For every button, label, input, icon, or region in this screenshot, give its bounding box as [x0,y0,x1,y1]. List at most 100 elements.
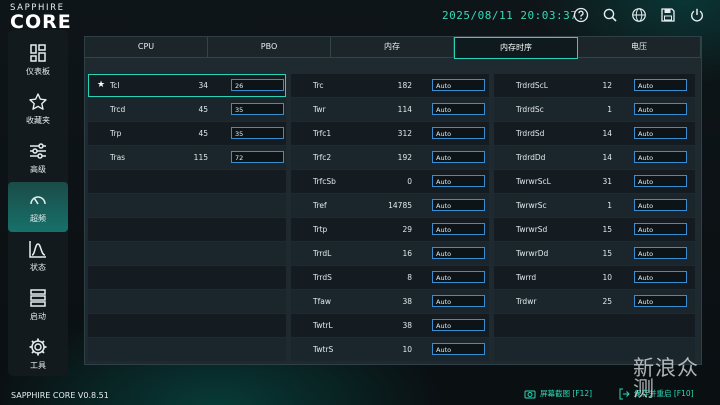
timing-row[interactable]: Trcd 45 35 [88,98,286,121]
timing-input-field[interactable]: Auto [634,199,687,211]
timing-row[interactable]: Trfc2 192 Auto [291,146,489,169]
timing-input-field[interactable]: Auto [432,271,485,283]
version-label: SAPPHIRE CORE V0.8.51 [11,391,109,400]
timing-row[interactable]: TwtrS 10 Auto [291,338,489,361]
timing-row[interactable]: Trc 182 Auto [291,74,489,97]
timing-input-field[interactable]: Auto [432,247,485,259]
timing-input-field[interactable]: Auto [432,319,485,331]
screenshot-button[interactable]: 屏幕截图 [F12] [524,388,592,400]
timing-input-field[interactable]: 35 [231,103,284,115]
timing-current-value: 8 [407,273,412,282]
timing-input-field[interactable]: Auto [432,151,485,163]
boot-icon [30,289,46,307]
favorite-star-icon[interactable]: ★ [97,74,105,97]
tab-cpu[interactable]: CPU [85,37,208,58]
timing-row[interactable]: TrdrdDd 14 Auto [494,146,695,169]
timing-input-field[interactable]: Auto [634,79,687,91]
timing-row[interactable]: TwrwrScL 31 Auto [494,170,695,193]
empty-row [88,170,286,193]
language-globe-icon[interactable] [631,7,647,23]
timing-label: TwrwrSd [516,225,548,234]
timing-label: TwtrL [313,321,333,330]
sidebar-item-label: 高级 [30,165,46,174]
timing-label: Tcl [110,81,120,90]
timing-input-field[interactable]: Auto [634,247,687,259]
timing-current-value: 0 [407,177,412,186]
empty-row [88,314,286,337]
tab-memory[interactable]: 内存 [331,37,454,58]
timing-label: TrfcSb [313,177,336,186]
sidebar-item-status[interactable]: 状态 [8,231,68,281]
timing-input-field[interactable]: Auto [634,127,687,139]
timing-row[interactable]: TwrwrDd 15 Auto [494,242,695,265]
timing-input-field[interactable]: Auto [432,103,485,115]
empty-row [88,338,286,361]
timing-row[interactable]: TrrdS 8 Auto [291,266,489,289]
timing-label: Trp [110,129,122,138]
timing-current-value: 1 [607,105,612,114]
timing-input-field[interactable]: Auto [634,103,687,115]
timing-input-field[interactable]: Auto [432,223,485,235]
timing-input-field[interactable]: Auto [432,295,485,307]
sidebar-item-dashboard[interactable]: 仪表板 [8,35,68,85]
star-icon [29,93,47,110]
tab-memory-timing[interactable]: 内存时序 [454,37,578,59]
timing-current-value: 25 [602,297,612,306]
timing-input-field[interactable]: Auto [432,199,485,211]
timing-row[interactable]: TrdrdSd 14 Auto [494,122,695,145]
timing-label: TrdrdSd [516,129,545,138]
timing-label: Trcd [110,105,126,114]
timing-row[interactable]: Twrrd 10 Auto [494,266,695,289]
timing-current-value: 34 [198,81,208,90]
timing-row[interactable]: Trp 45 35 [88,122,286,145]
sidebar: 仪表板 收藏夹 高级 超频 状态 启动 工具 [8,30,68,376]
timing-input-field[interactable]: Auto [634,151,687,163]
save-icon[interactable] [660,7,676,23]
sidebar-item-tools[interactable]: 工具 [8,329,68,379]
timing-input-field[interactable]: Auto [432,175,485,187]
timing-current-value: 192 [397,153,412,162]
timing-current-value: 31 [602,177,612,186]
sidebar-item-boot[interactable]: 启动 [8,280,68,330]
search-icon[interactable] [602,7,618,23]
timing-row[interactable]: ★ Tcl 34 26 [88,74,286,97]
timing-row[interactable]: Twr 114 Auto [291,98,489,121]
timing-label: Trc [313,81,324,90]
timing-row[interactable]: Trfc1 312 Auto [291,122,489,145]
tab-voltage[interactable]: 电压 [578,37,701,58]
timing-label: Trfc1 [313,129,332,138]
timing-row[interactable]: TwtrL 38 Auto [291,314,489,337]
timing-input-field[interactable]: 72 [231,151,284,163]
timing-row[interactable]: TwrwrSd 15 Auto [494,218,695,241]
timing-input-field[interactable]: Auto [634,175,687,187]
timing-input-field[interactable]: Auto [432,343,485,355]
tab-bar: CPU PBO 内存 内存时序 电压 [85,37,701,59]
timing-input-field[interactable]: Auto [432,127,485,139]
datetime-display: 2025/08/11 20:03:37 [442,9,578,22]
help-icon[interactable] [573,7,589,23]
timing-row[interactable]: TwrwrSc 1 Auto [494,194,695,217]
timing-row[interactable]: Tras 115 72 [88,146,286,169]
tab-pbo[interactable]: PBO [208,37,331,58]
timing-row[interactable]: TrdrdSc 1 Auto [494,98,695,121]
power-icon[interactable] [689,7,705,23]
timing-row[interactable]: Tref 14785 Auto [291,194,489,217]
timing-input-field[interactable]: 26 [231,79,284,91]
timing-input-field[interactable]: Auto [634,223,687,235]
timing-row[interactable]: Trtp 29 Auto [291,218,489,241]
timing-row[interactable]: Trdwr 25 Auto [494,290,695,313]
sidebar-item-advanced[interactable]: 高级 [8,133,68,183]
timing-input-field[interactable]: Auto [432,79,485,91]
timing-input-field[interactable]: 35 [231,127,284,139]
timing-input-field[interactable]: Auto [634,295,687,307]
timing-current-value: 182 [397,81,412,90]
timing-input-field[interactable]: Auto [634,271,687,283]
timing-row[interactable]: TrdrdScL 12 Auto [494,74,695,97]
sidebar-item-label: 收藏夹 [26,116,50,125]
sidebar-item-overclock[interactable]: 超频 [8,182,68,232]
timing-row[interactable]: Tfaw 38 Auto [291,290,489,313]
empty-row [88,242,286,265]
sidebar-item-favorites[interactable]: 收藏夹 [8,84,68,134]
timing-row[interactable]: TrfcSb 0 Auto [291,170,489,193]
timing-row[interactable]: TrrdL 16 Auto [291,242,489,265]
